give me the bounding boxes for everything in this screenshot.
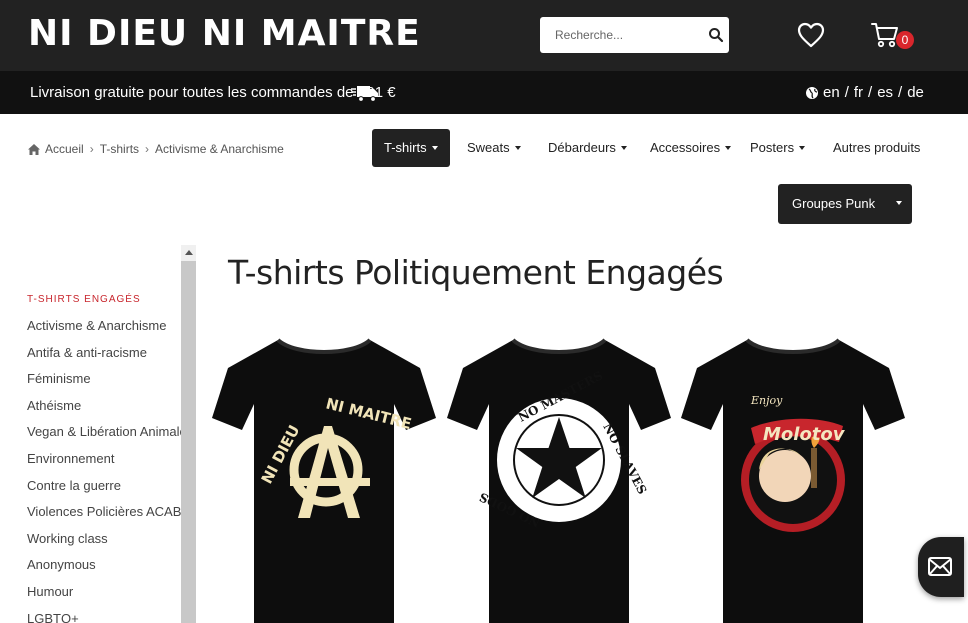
sidebar-heading: T-SHIRTS ENGAGÉS xyxy=(27,294,141,305)
heart-icon[interactable] xyxy=(797,22,825,48)
nav-posters[interactable]: Posters xyxy=(738,129,817,167)
tshirt-image[interactable]: NO MASTERS NO SLAVES NO GODS xyxy=(445,330,673,623)
caret-down-icon xyxy=(799,146,806,150)
nav-tshirts[interactable]: T-shirts xyxy=(372,129,450,167)
breadcrumb-home[interactable]: Accueil xyxy=(45,142,84,156)
caret-down-icon xyxy=(896,201,902,205)
print-molotov: Molotov xyxy=(763,424,846,445)
lang-separator: / xyxy=(898,84,903,101)
sidebar-item[interactable]: Féminisme xyxy=(27,370,187,397)
free-shipping-text: Livraison gratuite pour toutes les comma… xyxy=(30,84,396,101)
sidebar-scrollbar[interactable] xyxy=(181,245,196,623)
sidebar-item[interactable]: Environnement xyxy=(27,450,187,477)
nav-sweats-label: Sweats xyxy=(467,140,510,155)
print-enjoy: Enjoy xyxy=(750,394,783,407)
sidebar-item[interactable]: Vegan & Libération Animale xyxy=(27,423,187,450)
top-header: NI DIEU NI MAITRE 0 xyxy=(0,0,968,71)
page-title: T-shirts Politiquement Engagés xyxy=(228,253,724,292)
lang-separator: / xyxy=(844,84,849,101)
sidebar-item[interactable]: Working class xyxy=(27,530,187,557)
product-card[interactable]: NO MASTERS NO SLAVES NO GODS xyxy=(445,330,673,623)
breadcrumb-separator: › xyxy=(89,142,94,156)
breadcrumb-separator: › xyxy=(145,142,150,156)
breadcrumb-tshirts[interactable]: T-shirts xyxy=(100,142,139,156)
search-input[interactable] xyxy=(540,17,708,53)
nav-autres-produits[interactable]: Autres produits xyxy=(821,129,932,167)
chat-button[interactable] xyxy=(918,537,964,597)
breadcrumb: Accueil › T-shirts › Activisme & Anarchi… xyxy=(28,142,284,156)
breadcrumb-current[interactable]: Activisme & Anarchisme xyxy=(155,142,284,156)
sidebar-item[interactable]: Antifa & anti-racisme xyxy=(27,344,187,371)
sidebar-item[interactable]: Violences Policières ACAB xyxy=(27,503,187,530)
sidebar-item[interactable]: LGBTQ+ xyxy=(27,610,187,623)
scroll-up-arrow-icon[interactable] xyxy=(181,245,196,261)
nav-debardeurs-label: Débardeurs xyxy=(548,140,616,155)
lang-fr[interactable]: fr xyxy=(854,84,863,101)
site-logo[interactable]: NI DIEU NI MAITRE xyxy=(28,12,421,56)
category-sidebar: T-SHIRTS ENGAGÉS Activisme & Anarchisme … xyxy=(0,245,196,623)
nav-debardeurs[interactable]: Débardeurs xyxy=(536,129,639,167)
cart-icon[interactable] xyxy=(870,20,900,50)
nav-sweats[interactable]: Sweats xyxy=(455,129,533,167)
home-icon[interactable] xyxy=(28,143,40,155)
lang-en[interactable]: en xyxy=(823,84,840,101)
product-card[interactable]: Molotov Enjoy xyxy=(679,330,907,623)
mail-icon xyxy=(928,557,952,576)
caret-down-icon xyxy=(725,146,732,150)
sidebar-item[interactable]: Anonymous xyxy=(27,556,187,583)
search-icon[interactable] xyxy=(707,26,725,44)
globe-icon xyxy=(806,86,818,99)
groupes-punk-dropdown[interactable]: Groupes Punk xyxy=(778,184,912,224)
tshirt-image[interactable]: Molotov Enjoy xyxy=(679,330,907,623)
tshirt-image[interactable]: NI DIEU NI MAITRE xyxy=(210,330,438,623)
lang-es[interactable]: es xyxy=(877,84,893,101)
caret-down-icon xyxy=(431,146,438,150)
sidebar-item[interactable]: Contre la guerre xyxy=(27,477,187,504)
caret-down-icon xyxy=(620,146,627,150)
groupes-punk-label: Groupes Punk xyxy=(792,196,876,211)
nav-accessoires[interactable]: Accessoires xyxy=(638,129,743,167)
nav-tshirts-label: T-shirts xyxy=(384,140,427,155)
nav-autres-label: Autres produits xyxy=(833,140,921,155)
nav-posters-label: Posters xyxy=(750,140,795,155)
sidebar-item[interactable]: Humour xyxy=(27,583,187,610)
nav-accessoires-label: Accessoires xyxy=(650,140,721,155)
shipping-bar: Livraison gratuite pour toutes les comma… xyxy=(0,71,968,114)
caret-down-icon xyxy=(514,146,521,150)
sidebar-item[interactable]: Athéisme xyxy=(27,397,187,424)
cart-count-badge: 0 xyxy=(896,31,914,49)
lang-separator: / xyxy=(868,84,873,101)
product-card[interactable]: NI DIEU NI MAITRE xyxy=(210,330,438,623)
sidebar-item[interactable]: Activisme & Anarchisme xyxy=(27,317,187,344)
lang-de[interactable]: de xyxy=(907,84,924,101)
search-box[interactable] xyxy=(540,17,729,53)
language-switcher: en / fr / es / de xyxy=(805,84,924,101)
truck-icon xyxy=(351,86,378,102)
category-list: Activisme & Anarchisme Antifa & anti-rac… xyxy=(27,317,187,623)
